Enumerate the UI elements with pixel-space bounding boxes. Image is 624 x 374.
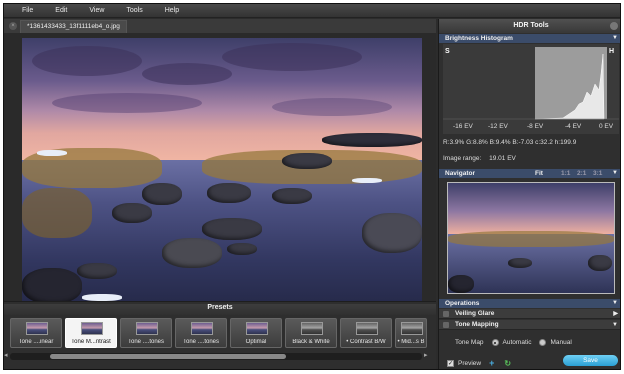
zoom-3-1[interactable]: 3:1	[593, 169, 602, 178]
zoom-fit[interactable]: Fit	[535, 169, 543, 178]
preset-item[interactable]: Black & White	[285, 318, 337, 348]
histogram-h-marker: H	[609, 48, 615, 55]
preset-item[interactable]: Optimal	[230, 318, 282, 348]
navigator-thumbnail[interactable]	[447, 182, 615, 294]
tab-document[interactable]: *1361433433_13f1111eb4_o.jpg	[20, 20, 127, 33]
brightness-histogram: S H -16 EV -12 EV -8 EV -4 EV 0 EV	[443, 44, 619, 134]
panel-close-icon[interactable]	[610, 22, 618, 30]
menu-edit[interactable]: Edit	[55, 7, 67, 14]
collapse-icon: ▼	[612, 170, 618, 176]
collapse-icon: ▼	[612, 35, 618, 41]
scrollbar-thumb[interactable]	[50, 354, 286, 359]
zoom-2-1[interactable]: 2:1	[577, 169, 586, 178]
tone-map-mode: Tone Map Automatic Manual	[455, 339, 572, 346]
preset-thumbnail	[401, 322, 423, 335]
menu-file[interactable]: File	[22, 7, 33, 14]
preset-thumbnail	[81, 322, 103, 335]
menu-help[interactable]: Help	[165, 7, 179, 14]
histogram-stats: R:3.9% G:8.8% B:9.4% B:-7.03 c:32.2 h:19…	[443, 139, 577, 146]
refresh-icon[interactable]: ↻	[504, 359, 511, 368]
image-viewer[interactable]	[4, 33, 436, 304]
histogram-s-marker: S	[445, 48, 450, 55]
preset-item[interactable]: Tone ....tones	[175, 318, 227, 348]
ev-tick: 0 EV	[599, 123, 614, 130]
toggle-icon[interactable]	[443, 322, 449, 328]
preset-item[interactable]: Tone ....tones	[120, 318, 172, 348]
presets-panel: Presets Tone ....inear Tone M...ntrast T…	[4, 301, 436, 369]
ev-tick: -4 EV	[565, 123, 582, 130]
collapse-icon: ▼	[612, 322, 618, 328]
automatic-radio[interactable]	[491, 339, 499, 346]
collapse-icon: ▼	[612, 300, 618, 306]
preset-list: Tone ....inear Tone M...ntrast Tone ....…	[10, 318, 430, 348]
panel-title: HDR Tools	[439, 19, 620, 33]
expand-icon: ▶	[613, 311, 618, 317]
ev-tick: -16 EV	[453, 123, 473, 130]
preset-item[interactable]: Tone ....inear	[10, 318, 62, 348]
hdr-tools-panel: HDR Tools Brightness Histogram ▼ S H -16 …	[438, 19, 620, 369]
toggle-icon[interactable]	[443, 311, 449, 317]
menu-bar: File Edit View Tools Help	[4, 4, 620, 18]
preset-thumbnail	[301, 322, 323, 335]
preset-thumbnail	[246, 322, 268, 335]
presets-title: Presets	[4, 304, 436, 315]
preset-thumbnail	[356, 322, 378, 335]
preset-item[interactable]: • Contrast B/W	[340, 318, 392, 348]
operations-header[interactable]: Operations ▼	[439, 299, 620, 308]
preset-thumbnail	[136, 322, 158, 335]
manual-radio[interactable]	[539, 339, 547, 346]
main-photo	[22, 38, 422, 304]
ev-tick: -12 EV	[488, 123, 508, 130]
preset-thumbnail	[26, 322, 48, 335]
scroll-right-icon[interactable]: ▸	[424, 351, 432, 360]
zoom-1-1[interactable]: 1:1	[561, 169, 570, 178]
histogram-header[interactable]: Brightness Histogram ▼	[439, 34, 620, 43]
preset-item[interactable]: • Mid...s B	[395, 318, 427, 348]
menu-tools[interactable]: Tools	[126, 7, 142, 14]
save-button[interactable]: Save	[563, 355, 618, 366]
close-icon[interactable]: ×	[9, 22, 17, 30]
tab-bar: × *1361433433_13f1111eb4_o.jpg	[4, 19, 436, 33]
app-window: File Edit View Tools Help × *1361433433_…	[3, 3, 621, 370]
menu-view[interactable]: View	[89, 7, 104, 14]
preset-thumbnail	[191, 322, 213, 335]
preset-item[interactable]: Tone M...ntrast	[65, 318, 117, 348]
add-icon[interactable]: +	[489, 358, 494, 368]
navigator-header[interactable]: Navigator Fit 1:1 2:1 3:1 ▼	[439, 169, 620, 178]
preview-checkbox[interactable]: ✓	[447, 359, 454, 367]
image-range: Image range: 19.01 EV	[443, 155, 516, 162]
operation-tone-mapping[interactable]: Tone Mapping ▼	[439, 320, 620, 330]
ev-tick: -8 EV	[527, 123, 544, 130]
presets-scrollbar[interactable]	[10, 353, 422, 360]
histogram-curve	[443, 53, 619, 120]
operation-veiling-glare[interactable]: Veiling Glare ▶	[439, 309, 620, 319]
